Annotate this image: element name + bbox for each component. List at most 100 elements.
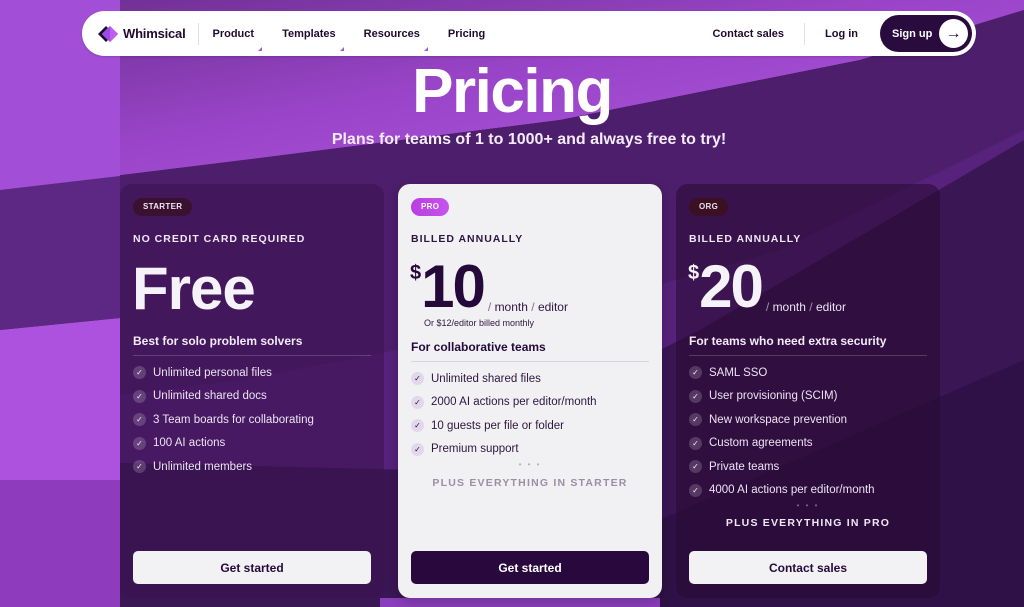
feature-item: ✓ 10 guests per file or folder [411, 414, 649, 438]
feature-item: ✓ 3 Team boards for collaborating [133, 408, 371, 432]
plan-badge: STARTER [133, 198, 193, 216]
check-icon: ✓ [133, 413, 146, 427]
feature-item: ✓ Unlimited members [133, 455, 371, 479]
check-icon: ✓ [689, 413, 702, 427]
plan-eyebrow: NO CREDIT CARD REQUIRED [133, 233, 306, 245]
feature-item: ✓ Custom agreements [689, 432, 927, 456]
page-subtitle: Plans for teams of 1 to 1000+ and always… [331, 131, 727, 148]
nav-divider [197, 22, 199, 45]
whimsical-logo-icon [97, 25, 119, 43]
nav-link-label: Product [212, 27, 255, 40]
feature-text: 4000 AI actions per editor/month [709, 484, 875, 497]
price-period: / month / editor [765, 300, 846, 314]
check-icon: ✓ [689, 460, 702, 474]
dropdown-caret-icon [423, 46, 428, 51]
plan-tagline: For teams who need extra security [689, 334, 927, 356]
plan-card-pro: PRO BILLED ANNUALLY $ 10 / month / edito… [398, 184, 662, 598]
check-icon: ✓ [689, 366, 702, 380]
contact-sales-button[interactable]: Contact sales [689, 551, 927, 584]
feature-item: ✓ 2000 AI actions per editor/month [411, 391, 649, 415]
price-currency: $ [688, 262, 700, 284]
feature-text: Private teams [709, 460, 780, 473]
plus-everything-note: PLUS EVERYTHING IN STARTER [432, 477, 628, 489]
plan-eyebrow: BILLED ANNUALLY [689, 233, 802, 245]
arrow-right-icon: → [939, 19, 968, 48]
nav-link-pricing[interactable]: Pricing [448, 28, 485, 40]
log-in-link[interactable]: Log in [825, 28, 858, 40]
get-started-button[interactable]: Get started [411, 551, 649, 584]
nav-link-resources[interactable]: Resources [363, 27, 428, 51]
plan-card-starter: STARTER NO CREDIT CARD REQUIRED Free Bes… [120, 184, 384, 598]
check-icon: ✓ [133, 436, 146, 450]
feature-item: ✓ Unlimited shared files [411, 367, 649, 391]
check-icon: ✓ [133, 366, 146, 380]
nav-link-templates[interactable]: Templates [282, 27, 344, 51]
feature-item: ✓ New workspace prevention [689, 408, 927, 432]
plan-badge: PRO [411, 198, 450, 216]
feature-item: ✓ Private teams [689, 455, 927, 479]
feature-text: 3 Team boards for collaborating [153, 413, 314, 426]
page-title: Pricing [412, 57, 613, 126]
price-amount: 10 [421, 253, 486, 320]
price-period-editor: editor [537, 300, 568, 314]
check-icon: ✓ [133, 389, 146, 403]
nav-divider [804, 22, 805, 45]
sign-up-button[interactable]: Sign up → [880, 15, 972, 52]
feature-text: Custom agreements [709, 437, 813, 450]
plan-price: $ 10 / month / editor [410, 253, 568, 320]
nav-link-product[interactable]: Product [212, 27, 263, 51]
price-period-editor: editor [815, 300, 846, 314]
feature-text: Unlimited personal files [153, 366, 272, 379]
nav-link-label: Templates [282, 27, 336, 40]
plan-badge: ORG [689, 198, 729, 216]
feature-text: 100 AI actions [153, 437, 226, 450]
check-icon: ✓ [411, 372, 424, 386]
plan-price: $ 20 / month / editor [688, 253, 846, 320]
price-amount: 20 [699, 253, 764, 320]
feature-list: ✓ Unlimited shared files ✓ 2000 AI actions… [411, 367, 649, 461]
feature-item: ✓ User provisioning (SCIM) [689, 385, 927, 409]
feature-text: User provisioning (SCIM) [709, 390, 838, 403]
plan-tagline: For collaborative teams [411, 340, 649, 362]
price-period: / month / editor [487, 300, 568, 314]
feature-text: Unlimited members [153, 460, 253, 473]
ellipsis-dots-icon: • • • [518, 460, 542, 469]
check-icon: ✓ [411, 442, 424, 456]
nav-link-label: Pricing [447, 27, 486, 40]
nav-actions: Contact sales Log in Sign up → [712, 15, 976, 52]
nav-links: Product Templates Resources Pricing [212, 27, 514, 51]
price-currency: $ [410, 262, 422, 284]
check-icon: ✓ [689, 389, 702, 403]
ellipsis-dots-icon: • • • [796, 501, 820, 510]
feature-item: ✓ SAML SSO [689, 361, 927, 385]
feature-text: 10 guests per file or folder [431, 419, 564, 432]
dropdown-caret-icon [258, 46, 263, 51]
feature-item: ✓ Unlimited personal files [133, 361, 371, 385]
feature-text: 2000 AI actions per editor/month [431, 396, 597, 409]
get-started-button[interactable]: Get started [133, 551, 371, 584]
top-navigation: Whimsical Product Templates Resources Pr… [82, 11, 976, 56]
feature-list: ✓ SAML SSO ✓ User provisioning (SCIM) ✓ New… [689, 361, 927, 502]
check-icon: ✓ [411, 419, 424, 433]
check-icon: ✓ [689, 483, 702, 497]
feature-text: Unlimited shared files [431, 372, 541, 385]
check-icon: ✓ [689, 436, 702, 450]
plan-eyebrow: BILLED ANNUALLY [411, 233, 524, 245]
contact-sales-link[interactable]: Contact sales [712, 28, 784, 40]
feature-text: SAML SSO [709, 366, 768, 379]
logo[interactable]: Whimsical [97, 25, 186, 43]
price-period-month: month [494, 300, 528, 314]
plan-card-org: ORG BILLED ANNUALLY $ 20 / month / edito… [676, 184, 940, 598]
feature-text: Premium support [431, 443, 519, 456]
check-icon: ✓ [133, 460, 146, 474]
monthly-price-note: Or $12/editor billed monthly [424, 318, 535, 328]
feature-text: Unlimited shared docs [153, 390, 267, 403]
nav-link-label: Resources [363, 27, 420, 40]
dropdown-caret-icon [339, 46, 344, 51]
feature-item: ✓ Unlimited shared docs [133, 385, 371, 409]
plan-price: Free [132, 255, 256, 322]
check-icon: ✓ [411, 395, 424, 409]
price-period-month: month [772, 300, 806, 314]
plan-tagline: Best for solo problem solvers [133, 334, 371, 356]
logo-text: Whimsical [123, 26, 186, 41]
